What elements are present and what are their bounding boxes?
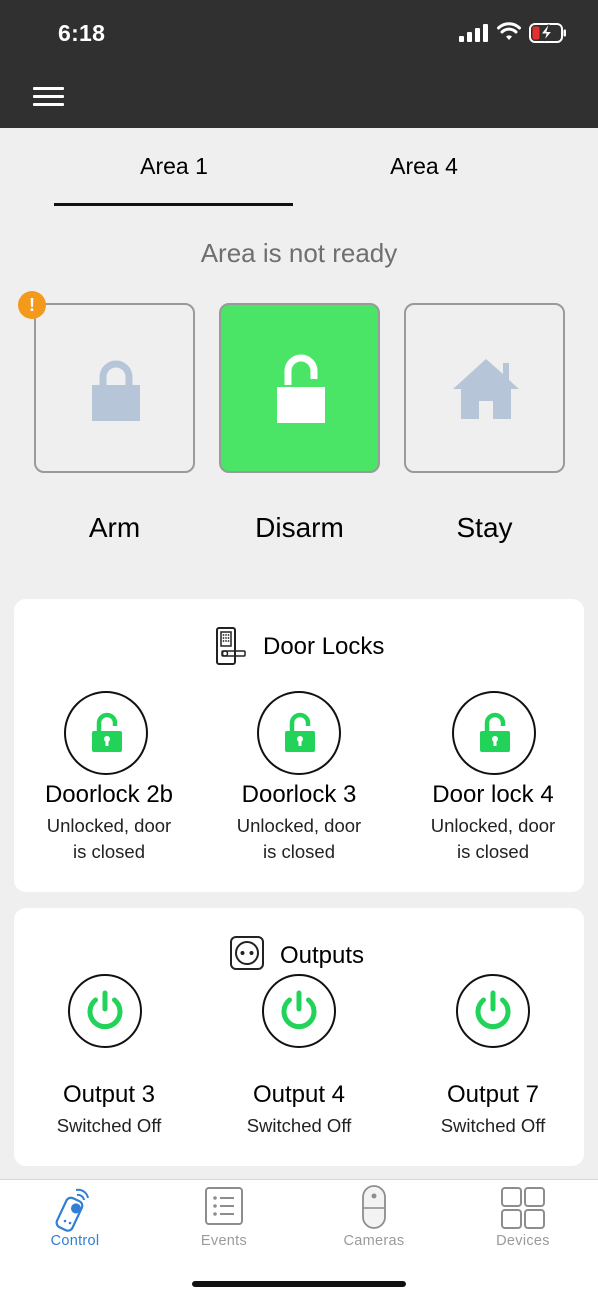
lock-status-button[interactable] bbox=[257, 691, 341, 775]
output-status: Switched Off bbox=[440, 1115, 546, 1136]
stay-label: Stay bbox=[456, 512, 513, 543]
tab-selected-indicator bbox=[54, 203, 293, 206]
output-toggle-button[interactable] bbox=[68, 974, 142, 1048]
arm-button[interactable] bbox=[34, 303, 195, 473]
lock-status-button[interactable] bbox=[452, 691, 536, 775]
nav-cameras-label: Cameras bbox=[343, 1233, 405, 1249]
unlocked-lock-icon bbox=[480, 712, 510, 752]
output-toggle-button[interactable] bbox=[262, 974, 336, 1048]
tab-area-4[interactable]: Area 4 bbox=[304, 153, 544, 180]
output-name: Output 4 bbox=[252, 1081, 346, 1108]
unlocked-lock-icon bbox=[285, 712, 315, 752]
nav-devices-label: Devices bbox=[496, 1233, 550, 1249]
nav-events[interactable]: Events bbox=[149, 1180, 299, 1260]
warning-badge: ! bbox=[18, 291, 46, 319]
door-locks-title: Door Locks bbox=[263, 633, 385, 660]
stay-button[interactable] bbox=[404, 303, 565, 473]
house-icon bbox=[453, 359, 519, 419]
area-tabs: Area 1 Area 4 bbox=[0, 128, 598, 210]
lock-closed-icon bbox=[92, 360, 140, 421]
door-locks-card: Door Locks Doorlock 2b Unlocked, door is… bbox=[14, 599, 584, 892]
unlocked-lock-icon bbox=[92, 712, 122, 752]
tab-area-1[interactable]: Area 1 bbox=[54, 153, 294, 180]
doorlock-name: Doorlock 3 bbox=[241, 781, 357, 808]
lock-open-icon bbox=[277, 354, 325, 423]
status-time: 6:18 bbox=[58, 20, 106, 46]
doorlock-name: Door lock 4 bbox=[432, 781, 554, 808]
hamburger-menu-icon[interactable] bbox=[33, 87, 65, 107]
list-icon bbox=[205, 1187, 243, 1225]
output-status: Switched Off bbox=[56, 1115, 162, 1136]
lock-status-button[interactable] bbox=[64, 691, 148, 775]
doorlock-status-line1: Unlocked, door bbox=[430, 815, 556, 836]
power-icon bbox=[281, 990, 317, 1030]
nav-control-label: Control bbox=[50, 1233, 100, 1249]
camera-icon bbox=[362, 1185, 386, 1229]
doorlock-status-line1: Unlocked, door bbox=[236, 815, 362, 836]
output-name: Output 3 bbox=[62, 1081, 156, 1108]
output-status: Switched Off bbox=[246, 1115, 352, 1136]
doorlock-status-line2: is closed bbox=[73, 841, 145, 862]
arm-label: Arm bbox=[88, 512, 141, 543]
home-indicator bbox=[192, 1281, 406, 1287]
disarm-label: Disarm bbox=[255, 512, 344, 543]
nav-devices[interactable]: Devices bbox=[448, 1180, 598, 1260]
nav-cameras[interactable]: Cameras bbox=[299, 1180, 449, 1260]
nav-control[interactable]: Control bbox=[0, 1180, 150, 1260]
doorlock-status-line2: is closed bbox=[457, 841, 529, 862]
outputs-card: Outputs Output 3 Switched Off Output 4 S… bbox=[14, 908, 584, 1166]
wifi-icon bbox=[497, 22, 521, 40]
disarm-button[interactable] bbox=[219, 303, 380, 473]
area-status-text: Area is not ready bbox=[200, 238, 398, 268]
doorlock-status-line2: is closed bbox=[263, 841, 335, 862]
grid-icon bbox=[501, 1187, 545, 1229]
doorlock-status-line1: Unlocked, door bbox=[46, 815, 172, 836]
outputs-title: Outputs bbox=[280, 942, 365, 969]
remote-control-icon bbox=[55, 1188, 89, 1232]
cellular-signal-icon bbox=[459, 24, 489, 42]
power-socket-icon bbox=[230, 936, 264, 970]
output-name: Output 7 bbox=[446, 1081, 540, 1108]
output-toggle-button[interactable] bbox=[456, 974, 530, 1048]
doorlock-name: Doorlock 2b bbox=[44, 781, 174, 808]
power-icon bbox=[87, 990, 123, 1030]
nav-events-label: Events bbox=[200, 1233, 248, 1249]
door-lock-keypad-icon bbox=[216, 627, 246, 665]
power-icon bbox=[475, 990, 511, 1030]
battery-charging-icon bbox=[529, 23, 566, 43]
app-header: 6:18 bbox=[0, 0, 598, 128]
